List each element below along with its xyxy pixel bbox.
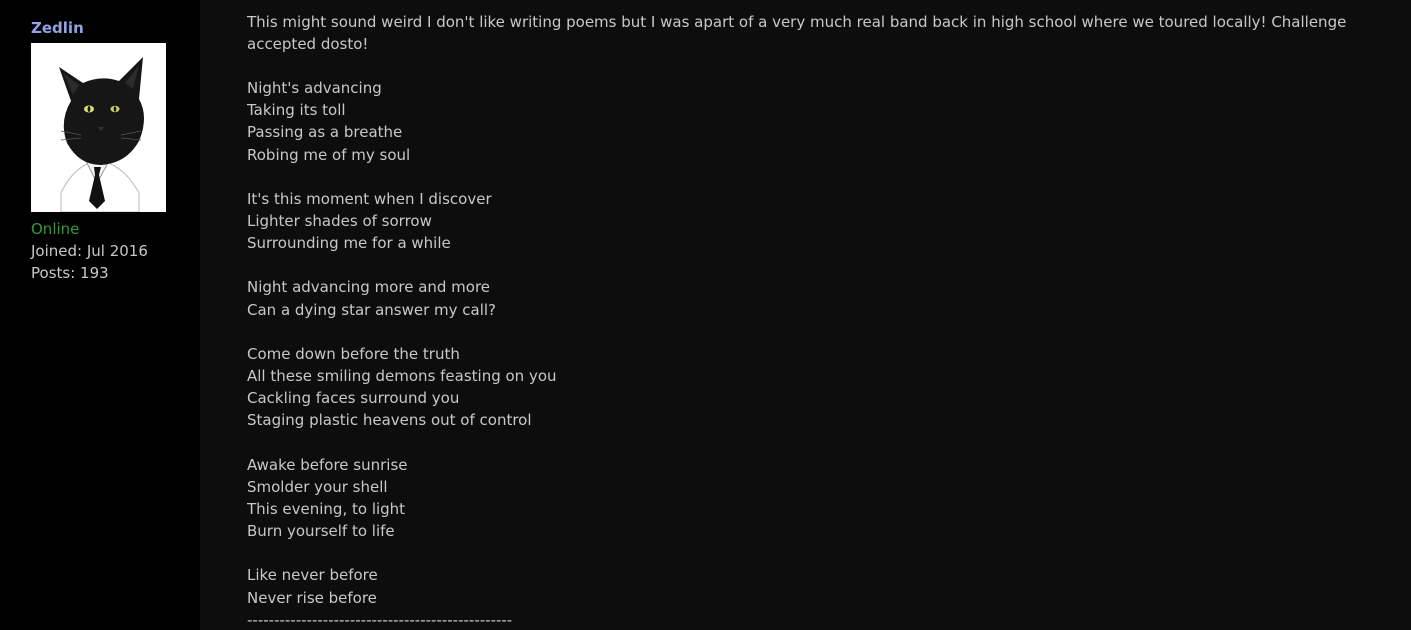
post-body: This might sound weird I don't like writ…: [200, 0, 1411, 630]
author-avatar[interactable]: [31, 43, 166, 212]
author-post-count: Posts: 193: [31, 264, 109, 282]
poem-stanza: It's this moment when I discover Lighter…: [247, 188, 1371, 255]
author-sidebar: Zedlin Online Joined: Jul 2016 Posts: 19…: [0, 0, 200, 630]
poem-line: Never rise before: [247, 588, 377, 607]
poem-line: Burn yourself to life: [247, 522, 395, 541]
poem-line: Passing as a breathe: [247, 123, 403, 142]
poem-stanza: Night's advancing Taking its toll Passin…: [247, 77, 1371, 166]
poem-line: Surrounding me for a while: [247, 234, 451, 253]
poem-line: Night's advancing: [247, 79, 382, 97]
poem-line: Night advancing more and more: [247, 278, 491, 297]
poem-line: This evening, to light: [247, 500, 406, 519]
poem-line: Like never before: [247, 566, 378, 585]
poem-line: Taking its toll: [247, 101, 346, 120]
forum-post: Zedlin Online Joined: Jul 2016 Posts: 19…: [0, 0, 1411, 630]
poem-line: Awake before sunrise: [247, 455, 408, 474]
poem-line: Staging plastic heavens out of control: [247, 411, 532, 430]
poem-stanza: Come down before the truth All these smi…: [247, 343, 1371, 432]
author-online-status: Online: [31, 220, 80, 238]
poem-line: Can a dying star answer my call?: [247, 300, 497, 319]
poem-line: Smolder your shell: [247, 477, 388, 496]
poem-line: Cackling faces surround you: [247, 389, 460, 408]
poem-stanza: Awake before sunrise Smolder your shell …: [247, 454, 1371, 543]
poem-line: It's this moment when I discover: [247, 189, 492, 208]
poem-line: Robing me of my soul: [247, 145, 411, 164]
author-joined-date: Joined: Jul 2016: [31, 242, 148, 260]
post-intro-text: This might sound weird I don't like writ…: [247, 13, 1347, 53]
author-username-link[interactable]: Zedlin: [31, 18, 200, 38]
poem-stanza: Like never before Never rise before: [247, 564, 1371, 608]
poem-line: Come down before the truth: [247, 344, 460, 363]
poem-line: All these smiling demons feasting on you: [247, 367, 557, 386]
poem-line: Lighter shades of sorrow: [247, 212, 432, 231]
black-cat-in-suit-icon: [31, 43, 166, 212]
post-divider: ----------------------------------------…: [247, 610, 513, 629]
poem-stanza: Night advancing more and more Can a dyin…: [247, 276, 1371, 320]
